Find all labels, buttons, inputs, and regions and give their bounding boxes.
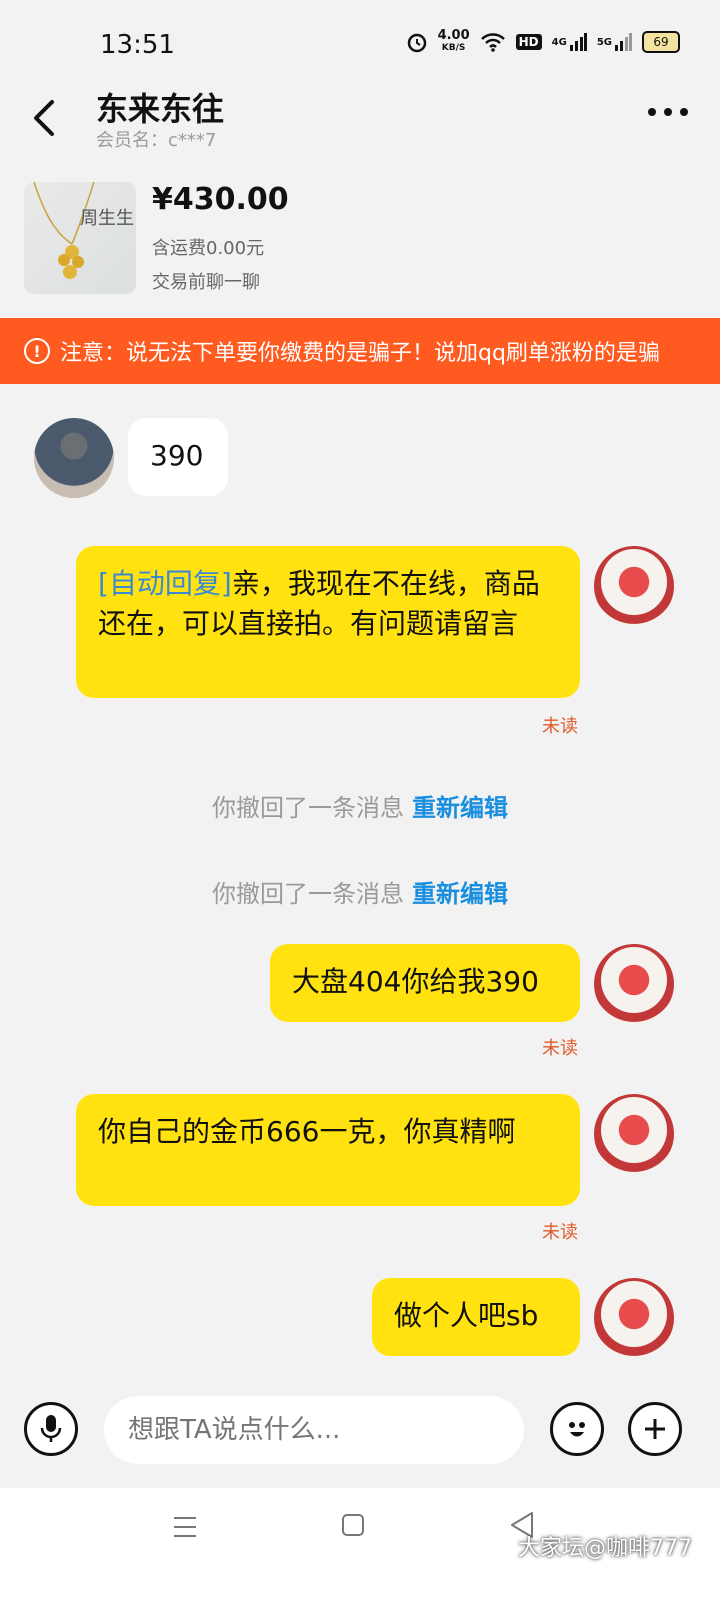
message-bubble[interactable]: 390: [128, 418, 228, 496]
back-button[interactable]: [28, 98, 62, 142]
system-message: 你撤回了一条消息 重新编辑: [212, 880, 508, 908]
input-bar: [0, 1378, 720, 1488]
message-bubble[interactable]: 大盘404你给我390: [270, 944, 580, 1022]
signal-4g-icon: 4G: [552, 33, 587, 51]
watermark-text: 大家坛@咖啡777: [518, 1536, 692, 1561]
plus-icon: [645, 1419, 665, 1439]
microphone-icon: [40, 1415, 62, 1442]
member-name: 会员名：c***7: [96, 130, 217, 151]
warning-text: 注意：说无法下单要你缴费的是骗子！说加qq刷单涨粉的是骗: [60, 341, 660, 366]
message-input[interactable]: [104, 1396, 524, 1464]
battery-icon: 69: [642, 31, 680, 53]
smiley-icon: [569, 1422, 585, 1437]
alarm-icon: [406, 31, 428, 53]
voice-button[interactable]: [24, 1402, 78, 1456]
status-bar: 13:51 4.00 KB/S HD 4G 5G 69: [0, 0, 720, 90]
warning-icon: !: [24, 338, 50, 364]
wifi-icon: [480, 32, 506, 52]
avatar[interactable]: [594, 944, 674, 1024]
unread-label: 未读: [542, 716, 578, 737]
menu-icon[interactable]: [172, 1514, 198, 1544]
chat-title: 东来东往: [96, 90, 225, 128]
message-bubble[interactable]: 做个人吧sb: [372, 1278, 580, 1356]
shipping-fee: 含运费0.00元: [152, 238, 265, 259]
avatar[interactable]: [594, 1278, 674, 1358]
home-icon[interactable]: [340, 1512, 366, 1542]
product-price: ¥430.00: [152, 182, 289, 217]
system-message: 你撤回了一条消息 重新编辑: [212, 794, 508, 822]
emoji-button[interactable]: [550, 1402, 604, 1456]
avatar[interactable]: [594, 546, 674, 626]
unread-label: 未读: [542, 1222, 578, 1243]
re-edit-link[interactable]: 重新编辑: [412, 794, 508, 822]
avatar[interactable]: [594, 1094, 674, 1174]
add-button[interactable]: [628, 1402, 682, 1456]
status-time: 13:51: [100, 30, 175, 60]
message-bubble[interactable]: 你自己的金币666一克，你真精啊: [76, 1094, 580, 1206]
brand-text: 周生生: [80, 208, 134, 229]
more-options-button[interactable]: [646, 104, 690, 123]
hd-icon: HD: [515, 34, 542, 50]
status-icons: 4.00 KB/S HD 4G 5G 69: [406, 28, 680, 54]
warning-banner: ! 注意：说无法下单要你缴费的是骗子！说加qq刷单涨粉的是骗: [0, 318, 720, 384]
message-bubble[interactable]: [自动回复]亲，我现在不在线，商品还在，可以直接拍。有问题请留言: [76, 546, 580, 698]
auto-reply-tag: [自动回复]: [98, 567, 232, 600]
chat-before-trade: 交易前聊一聊: [152, 272, 260, 293]
network-speed: 4.00 KB/S: [437, 28, 470, 53]
avatar[interactable]: [34, 418, 114, 498]
product-thumbnail[interactable]: 周生生: [24, 182, 136, 294]
unread-label: 未读: [542, 1038, 578, 1059]
re-edit-link[interactable]: 重新编辑: [412, 880, 508, 908]
signal-5g-icon: 5G: [597, 33, 632, 51]
